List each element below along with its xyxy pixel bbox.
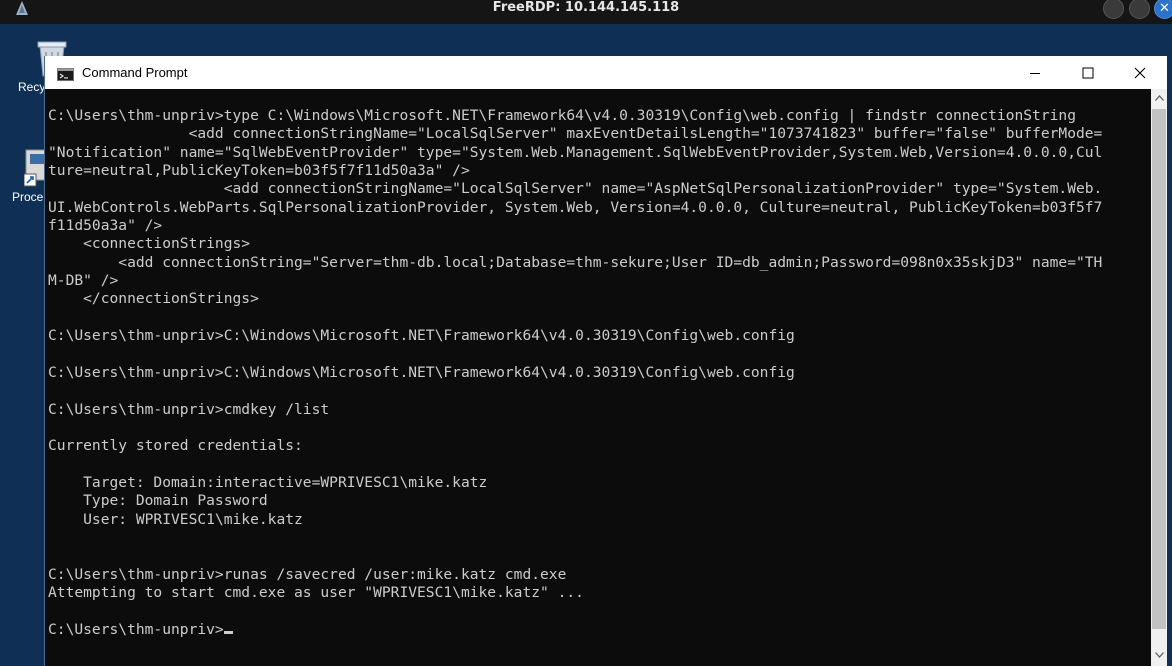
console-line: <add connectionStringName="LocalSqlServe…: [48, 180, 1148, 198]
console-line: <add connectionString="Server=thm-db.loc…: [48, 254, 1148, 272]
console-line-text: User: WPRIVESC1\mike.katz: [48, 510, 303, 528]
console-line-text: <add connectionStringName="LocalSqlServe…: [48, 125, 1103, 143]
console-line-text: </connectionStrings>: [48, 290, 259, 308]
console-line-text: f11d50a3a" />: [48, 217, 163, 235]
console-line-text: Attempting to start cmd.exe as user "WPR…: [48, 583, 584, 601]
console-line: Attempting to start cmd.exe as user "WPR…: [48, 584, 1148, 602]
console-line-text: C:\Users\thm-unpriv>runas /savecred /use…: [48, 565, 567, 583]
scroll-thumb[interactable]: [1152, 109, 1166, 629]
console-line: "Notification" name="SqlWebEventProvider…: [48, 144, 1148, 162]
rdp-close-button[interactable]: ✕: [1154, 0, 1172, 19]
console-line: Type: Domain Password: [48, 492, 1148, 510]
freerdp-title: FreeRDP: 10.144.145.118: [492, 0, 680, 15]
close-icon: [1134, 67, 1146, 78]
maximize-button[interactable]: [1065, 56, 1111, 89]
minimize-icon: [1030, 72, 1040, 74]
chevron-down-icon: [1154, 652, 1164, 658]
maximize-icon: [1082, 67, 1094, 78]
minimize-button[interactable]: [1012, 56, 1058, 89]
cmd-app-icon: [57, 66, 74, 85]
console-line: User: WPRIVESC1\mike.katz: [48, 511, 1148, 529]
console-line-text: C:\Users\thm-unpriv>type C:\Windows\Micr…: [48, 107, 1076, 124]
close-icon: ✕: [1159, 1, 1170, 16]
vertical-scrollbar[interactable]: [1151, 89, 1167, 666]
window-title: Command Prompt: [82, 65, 188, 80]
freerdp-titlebar: FreeRDP: 10.144.145.118 ✕: [0, 0, 1172, 24]
console-line-text: C:\Users\thm-unpriv>cmdkey /list: [48, 400, 330, 418]
close-button[interactable]: [1117, 56, 1163, 89]
console-line: <add connectionStringName="LocalSqlServe…: [48, 125, 1148, 143]
console-line: <connectionStrings>: [48, 235, 1148, 253]
console-line: C:\Users\thm-unpriv>cmdkey /list: [48, 401, 1148, 419]
console-line-text: Target: Domain:interactive=WPRIVESC1\mik…: [48, 473, 488, 491]
console-line: C:\Users\thm-unpriv>: [48, 621, 1148, 639]
console-line-text: <add connectionString="Server=thm-db.loc…: [48, 253, 1103, 271]
console-line-text: Type: Domain Password: [48, 492, 268, 510]
console-output[interactable]: C:\Users\thm-unpriv>type C:\Windows\Micr…: [45, 89, 1151, 666]
scroll-down-button[interactable]: [1151, 646, 1167, 664]
window-titlebar[interactable]: Command Prompt: [45, 56, 1167, 89]
rdp-maximize-button[interactable]: [1129, 0, 1150, 19]
console-line: Currently stored credentials:: [48, 437, 1148, 455]
chevron-up-icon: [1154, 95, 1164, 101]
rdp-minimize-button[interactable]: [1103, 0, 1124, 19]
console-line: C:\Users\thm-unpriv>C:\Windows\Microsoft…: [48, 364, 1148, 382]
console-line-text: Currently stored credentials:: [48, 437, 303, 455]
console-line: M-DB" />: [48, 272, 1148, 290]
console-line-text: "Notification" name="SqlWebEventProvider…: [48, 143, 1103, 161]
console-line-text: C:\Users\thm-unpriv>C:\Windows\Microsoft…: [48, 327, 795, 345]
console-line-text: ture=neutral,PublicKeyToken=b03f5f7f11d5…: [48, 162, 470, 180]
console-line-text: C:\Users\thm-unpriv>C:\Windows\Microsoft…: [48, 363, 795, 381]
command-prompt-window: Command Prompt C:\Users\thm-unpriv>type …: [44, 56, 1167, 666]
console-line-text: M-DB" />: [48, 272, 119, 290]
console-line: C:\Users\thm-unpriv>runas /savecred /use…: [48, 566, 1148, 584]
scroll-up-button[interactable]: [1151, 89, 1167, 107]
console-line: ture=neutral,PublicKeyToken=b03f5f7f11d5…: [48, 162, 1148, 180]
console-line: C:\Users\thm-unpriv>C:\Windows\Microsoft…: [48, 327, 1148, 345]
console-line: f11d50a3a" />: [48, 217, 1148, 235]
console-line: Target: Domain:interactive=WPRIVESC1\mik…: [48, 474, 1148, 492]
console-line: </connectionStrings>: [48, 290, 1148, 308]
console-line-text: <add connectionStringName="LocalSqlServe…: [48, 180, 1103, 198]
console-lines: C:\Users\thm-unpriv>type C:\Windows\Micr…: [48, 107, 1148, 639]
console-line: UI.WebControls.WebParts.SqlPersonalizati…: [48, 199, 1148, 217]
console-line: C:\Users\thm-unpriv>type C:\Windows\Micr…: [48, 107, 1148, 125]
console-line-text: <connectionStrings>: [48, 235, 251, 253]
text-cursor: [223, 630, 233, 634]
console-line-text: C:\Users\thm-unpriv>: [48, 620, 224, 638]
console-line-text: UI.WebControls.WebParts.SqlPersonalizati…: [48, 198, 1103, 216]
